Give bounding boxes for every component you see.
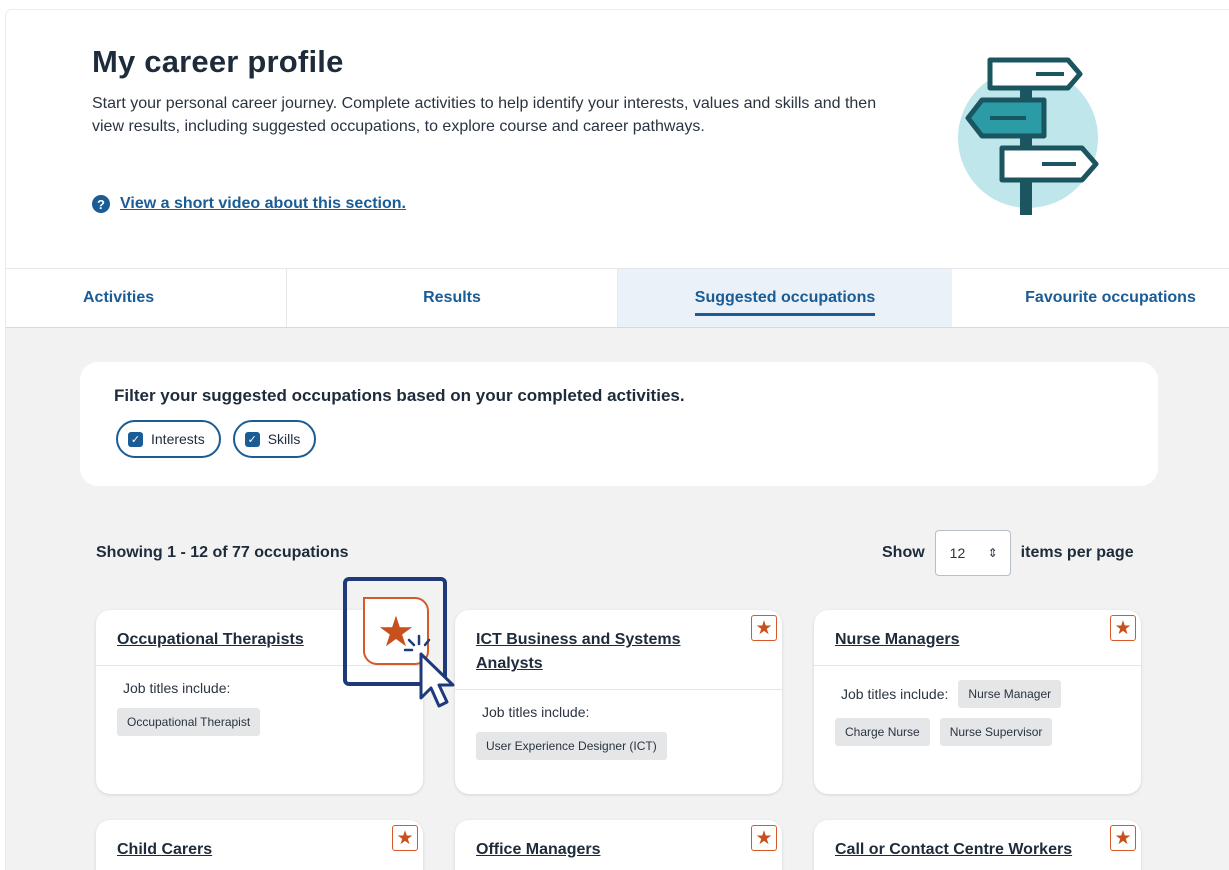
job-title-tag: Occupational Therapist: [117, 708, 261, 736]
show-label: Show: [882, 544, 925, 561]
checkbox-checked-icon: ✓: [244, 431, 260, 447]
occupation-card: Nurse Managers ★ Job titles include: Nur…: [814, 610, 1141, 794]
video-link-row[interactable]: ? View a short video about this section.: [92, 195, 406, 213]
card-header: Child Carers ★: [96, 820, 423, 870]
occupation-card: ICT Business and Systems Analysts ★ Job …: [455, 610, 782, 794]
occupation-title-link[interactable]: ICT Business and Systems Analysts: [476, 628, 726, 676]
occupation-card: Office Managers ★: [455, 820, 782, 870]
occupation-title-link[interactable]: Child Carers: [117, 838, 367, 862]
card-body: Job titles include: User Experience Desi…: [455, 690, 782, 778]
tab-label: Favourite occupations: [1025, 289, 1196, 306]
star-icon[interactable]: ★: [1110, 615, 1136, 641]
page-header: My career profile Start your personal ca…: [6, 10, 1229, 268]
filter-chip-skills[interactable]: ✓ Skills: [232, 420, 317, 458]
occupation-card: Child Carers ★: [96, 820, 423, 870]
card-body: Job titles include: Nurse Manager Charge…: [814, 666, 1141, 764]
tab-activities[interactable]: Activities: [6, 269, 287, 327]
results-count: Showing 1 - 12 of 77 occupations: [96, 544, 349, 561]
star-icon[interactable]: ★: [1110, 825, 1136, 851]
sort-arrows-icon: ⇕: [987, 546, 998, 560]
card-header: Call or Contact Centre Workers ★: [814, 820, 1141, 870]
occupation-title-link[interactable]: Call or Contact Centre Workers: [835, 838, 1085, 862]
job-title-tag: Charge Nurse: [835, 718, 930, 746]
tab-label: Activities: [83, 289, 155, 306]
job-titles-label: Job titles include:: [841, 686, 949, 702]
profile-tabs: Activities Results Suggested occupations…: [6, 268, 1229, 328]
page-title: My career profile: [92, 44, 344, 79]
per-page-value: 12: [949, 545, 966, 561]
pointer-cursor-icon: [403, 634, 455, 708]
chip-label: Skills: [267, 431, 301, 447]
tab-results[interactable]: Results: [287, 269, 618, 327]
star-icon[interactable]: ★: [392, 825, 418, 851]
checkbox-checked-icon: ✓: [128, 431, 143, 447]
job-title-tag: User Experience Designer (ICT): [476, 732, 667, 760]
question-circle-icon: ?: [92, 195, 110, 213]
chip-label: Interests: [151, 431, 205, 447]
job-titles-label-row: Job titles include:: [476, 704, 762, 722]
job-titles-label: Job titles include:: [123, 680, 231, 696]
per-page-suffix: items per page: [1020, 544, 1134, 561]
occupation-title-link[interactable]: Office Managers: [476, 838, 726, 862]
page-intro: Start your personal career journey. Comp…: [92, 95, 877, 135]
occupation-title-link[interactable]: Nurse Managers: [835, 628, 1085, 652]
filter-chip-interests[interactable]: ✓ Interests: [116, 420, 221, 458]
tab-suggested-occupations[interactable]: Suggested occupations: [618, 269, 952, 327]
per-page-select[interactable]: 12 ⇕: [934, 530, 1011, 576]
filter-chips: ✓ Interests ✓ Skills: [116, 420, 317, 458]
card-header: ICT Business and Systems Analysts ★: [455, 610, 782, 690]
tab-label: Results: [423, 289, 481, 306]
card-header: Nurse Managers ★: [814, 610, 1141, 666]
job-title-tag: Nurse Supervisor: [939, 718, 1053, 746]
filter-title: Filter your suggested occupations based …: [114, 386, 685, 405]
filter-card: Filter your suggested occupations based …: [80, 362, 1158, 486]
star-icon[interactable]: ★: [751, 825, 777, 851]
per-page-control: Show 12 ⇕ items per page: [882, 530, 1134, 576]
job-title-tag: Nurse Manager: [958, 680, 1062, 708]
signpost-illustration: [958, 57, 1099, 215]
occupation-card: Call or Contact Centre Workers ★: [814, 820, 1141, 870]
video-link[interactable]: View a short video about this section.: [120, 195, 406, 213]
occupation-title-link[interactable]: Occupational Therapists: [117, 628, 367, 652]
page-frame: My career profile Start your personal ca…: [6, 10, 1229, 870]
star-icon[interactable]: ★: [751, 615, 777, 641]
job-titles-label: Job titles include:: [482, 704, 590, 720]
tab-label: Suggested occupations: [694, 289, 876, 316]
tab-favourite-occupations[interactable]: Favourite occupations: [952, 269, 1229, 327]
card-header: Office Managers ★: [455, 820, 782, 870]
